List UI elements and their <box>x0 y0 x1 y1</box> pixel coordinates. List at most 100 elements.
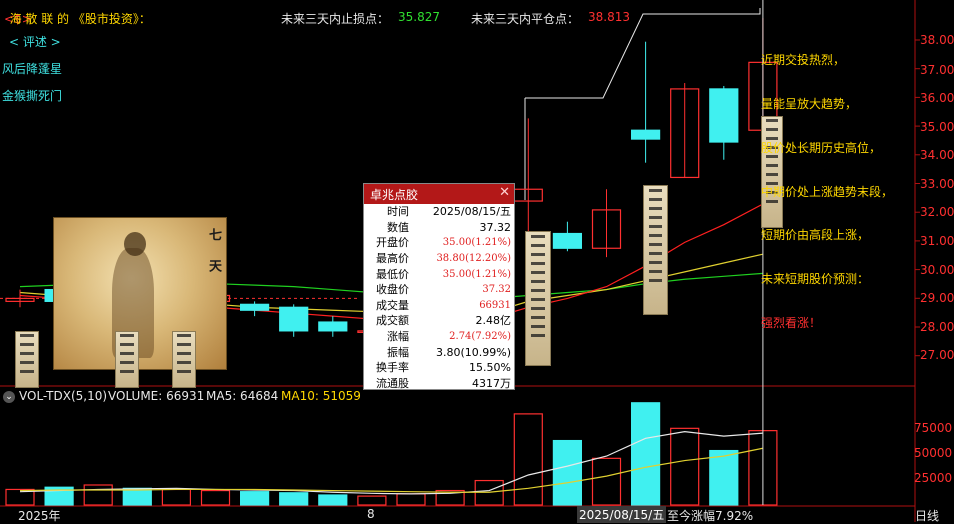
cursor-date: 2025/08/15/五 <box>577 506 667 523</box>
popup-row: 流通股 4317万 <box>364 376 514 392</box>
popup-table: 时间 2025/08/15/五 数值 37.32 开盘价 35.00(1.21%) 最高价 3… <box>364 204 514 391</box>
annotation-7: 强烈看涨！ <box>761 316 822 330</box>
review-line-2: 金猴撕死门 <box>2 89 63 103</box>
flat-label: 未来三天内平仓点： <box>471 12 580 26</box>
volume-bar <box>591 457 622 506</box>
price-tick: 36.00 <box>920 91 954 105</box>
chevron-down-icon[interactable]: ⌄ <box>3 391 15 403</box>
calligraphy-image <box>15 331 39 388</box>
candle-body <box>318 321 348 332</box>
cursor-change: 至今涨幅7.92% <box>667 509 754 523</box>
stop-loss-value: 35.827 <box>398 10 440 24</box>
flat-value: 38.813 <box>588 10 630 24</box>
price-tick: 29.00 <box>920 291 954 305</box>
volume-bar <box>630 402 661 506</box>
page-title: <$> 海 散 联 的 《股市投资》： <box>4 10 151 27</box>
price-tick: 35.00 <box>920 120 954 134</box>
annotation-2: 量能呈放大趋势， <box>761 97 858 111</box>
popup-row: 成交量 66931 <box>364 298 514 314</box>
popup-row: 收盘价 37.32 <box>364 282 514 298</box>
quote-popup[interactable]: 卓兆点胶 ✕ 时间 2025/08/15/五 数值 37.32 开盘价 35.00(1.2… <box>363 183 515 390</box>
popup-row: 数值 37.32 <box>364 220 514 236</box>
popup-row-value: 4317万 <box>472 376 511 390</box>
popup-row: 涨幅 2.74(7.92%) <box>364 329 514 345</box>
date-axis-year: 2025年 <box>18 509 61 523</box>
popup-row-key: 开盘价 <box>376 236 409 250</box>
volume-bar <box>357 495 387 506</box>
popup-row: 成交额 2.48亿 <box>364 313 514 329</box>
popup-row-value: 35.00(1.21%) <box>442 268 511 280</box>
annotation-1: 近期交投热烈， <box>761 53 846 67</box>
popup-row: 振幅 3.80(10.99%) <box>364 344 514 360</box>
review-line-1: 风后降蓬星 <box>2 62 63 76</box>
price-tick: 32.00 <box>920 205 954 219</box>
popup-row: 最高价 38.80(12.20%) <box>364 251 514 267</box>
period-label[interactable]: 日线 <box>915 507 939 524</box>
volume-indicator-name[interactable]: VOL-TDX(5,10) <box>19 389 107 403</box>
volume-bar <box>83 484 113 506</box>
popup-row: 时间 2025/08/15/五 <box>364 204 514 220</box>
popup-title: 卓兆点胶 <box>370 188 419 202</box>
stop-loss-label: 未来三天内止损点： <box>281 12 390 26</box>
popup-row-value: 66931 <box>479 299 511 311</box>
popup-row-key: 成交额 <box>376 314 409 328</box>
popup-row-key: 流通股 <box>376 376 409 390</box>
volume-tick: 75000 <box>914 421 953 435</box>
candle-body <box>552 232 583 249</box>
title-name: 海 散 联 <box>9 12 54 26</box>
popup-row-key: 最高价 <box>376 252 409 266</box>
popup-title-bar[interactable]: 卓兆点胶 ✕ <box>364 184 514 204</box>
popup-row-key: 时间 <box>387 205 409 219</box>
popup-row-key: 涨幅 <box>387 330 409 344</box>
volume-bar <box>200 489 231 506</box>
annotation-4: 中期价处上涨趋势末段， <box>761 185 894 199</box>
popup-row: 最低价 35.00(1.21%) <box>364 266 514 282</box>
popup-row-value: 3.80(10.99%) <box>435 345 511 359</box>
price-tick: 28.00 <box>920 320 954 334</box>
popup-row-value: 37.32 <box>479 220 512 234</box>
price-tick: 37.00 <box>920 63 954 77</box>
close-icon[interactable]: ✕ <box>499 185 510 200</box>
annotation-5: 短期价由高段上涨， <box>761 228 870 242</box>
candle-body <box>630 129 661 140</box>
annotation-6: 未来短期股价预测： <box>761 272 870 286</box>
price-tick: 27.00 <box>920 348 954 362</box>
volume-bar <box>513 413 543 506</box>
calligraphy-image <box>115 331 139 388</box>
volume-tick: 50000 <box>914 446 953 460</box>
volume-bar <box>122 487 152 506</box>
volume-bar <box>396 493 426 506</box>
title-suffix: 的 《股市投资》： <box>57 12 151 26</box>
fairy-painting-image: 七天 <box>53 217 227 370</box>
volume-bar <box>318 494 348 506</box>
popup-row-key: 振幅 <box>387 345 409 359</box>
price-tick: 33.00 <box>920 177 954 191</box>
popup-row-value: 38.80(12.20%) <box>436 253 511 265</box>
calligraphy-image <box>525 231 551 366</box>
fairy-caption: 七天 <box>206 228 221 290</box>
popup-row-key: 换手率 <box>376 361 409 375</box>
review-label[interactable]: < 评述 > <box>9 33 61 50</box>
popup-row-key: 数值 <box>387 220 409 234</box>
volume-ma5: MA5: 64684 <box>206 389 279 403</box>
popup-row: 开盘价 35.00(1.21%) <box>364 235 514 251</box>
price-tick: 34.00 <box>920 148 954 162</box>
volume-ma10: MA10: 51059 <box>281 389 361 403</box>
volume-tick: 25000 <box>914 471 953 485</box>
volume-bar <box>240 491 270 506</box>
volume-bar <box>161 488 191 506</box>
popup-row-key: 最低价 <box>376 267 409 281</box>
candle-body <box>279 306 309 332</box>
popup-row-key: 收盘价 <box>376 283 409 297</box>
popup-row-key: 成交量 <box>376 298 409 312</box>
popup-row-value: 37.32 <box>482 284 511 296</box>
popup-row-value: 2.74(7.92%) <box>449 331 511 343</box>
popup-row-value: 2.48亿 <box>475 314 512 328</box>
price-tick: 31.00 <box>920 234 954 248</box>
candle-body <box>709 88 739 143</box>
price-tick: 30.00 <box>920 263 954 277</box>
calligraphy-image <box>761 116 783 228</box>
volume-bar <box>709 449 739 506</box>
volume-value: VOLUME: 66931 <box>108 389 205 403</box>
popup-row-value: 15.50% <box>469 361 511 375</box>
